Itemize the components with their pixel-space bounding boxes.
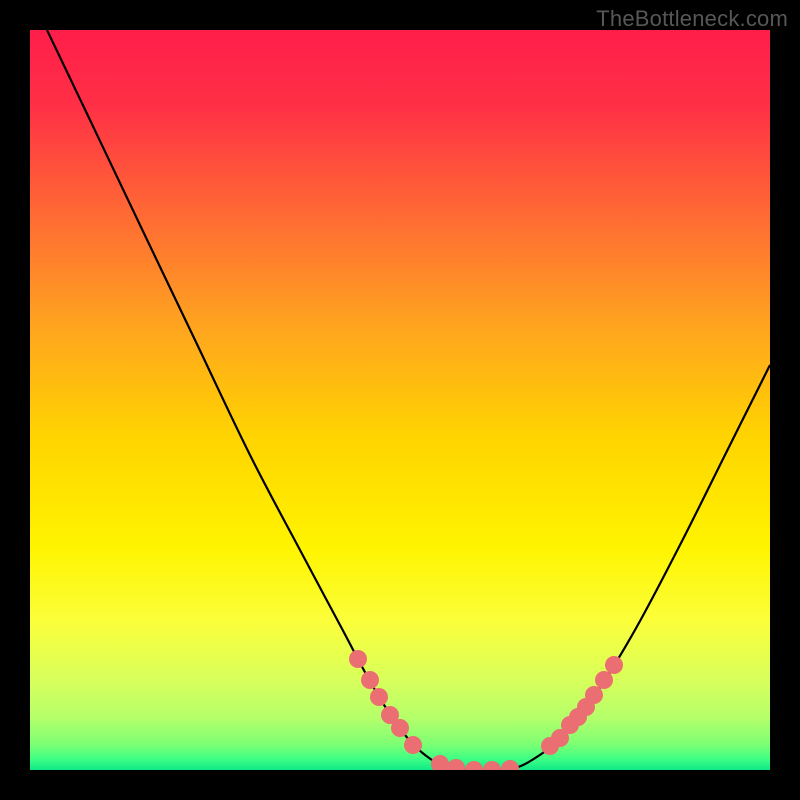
highlight-dot [370,688,388,706]
bottleneck-chart [0,0,800,800]
highlight-dot [391,719,409,737]
highlight-dot [595,671,613,689]
highlight-dot [605,656,623,674]
highlight-dot [431,755,449,773]
highlight-dot [361,671,379,689]
plot-background [30,30,770,770]
highlight-dot [349,650,367,668]
highlight-dot [404,736,422,754]
highlight-dot [501,760,519,778]
highlight-dot [585,686,603,704]
watermark-text: TheBottleneck.com [596,6,788,32]
highlight-dot [447,759,465,777]
highlight-dot [483,761,501,779]
highlight-dot [465,761,483,779]
chart-stage: TheBottleneck.com [0,0,800,800]
